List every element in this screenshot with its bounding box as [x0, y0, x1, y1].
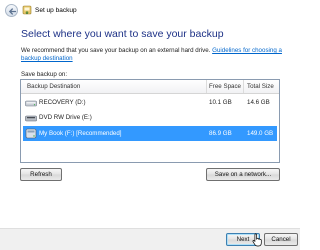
back-arrow-icon: [8, 8, 17, 15]
column-header-destination[interactable]: Backup Destination: [27, 83, 80, 90]
table-row-recovery[interactable]: RECOVERY (D:) 10.1 GB 14.6 GB: [23, 96, 277, 110]
title-bar: Set up backup: [0, 0, 300, 22]
dvd-drive-icon: [25, 115, 37, 122]
table-row-dvd[interactable]: DVD RW Drive (E:): [23, 111, 277, 125]
column-divider[interactable]: [243, 80, 244, 93]
table-row-my-book[interactable]: My Book (F:) [Recommended] 86.9 GB 149.0…: [23, 126, 277, 141]
row-total-size: 14.6 GB: [247, 99, 270, 106]
row-destination: My Book (F:) [Recommended]: [39, 129, 122, 137]
description-text: We recommend that you save your backup o…: [21, 47, 213, 54]
save-on-network-button[interactable]: Save on a network...: [206, 168, 280, 181]
refresh-button[interactable]: Refresh: [20, 168, 62, 181]
column-header-total-size[interactable]: Total Size: [247, 83, 274, 90]
row-destination: DVD RW Drive (E:): [39, 114, 92, 121]
page-heading: Select where you want to save your backu…: [21, 28, 224, 40]
save-backup-on-label: Save backup on:: [21, 71, 68, 78]
column-header-free-space[interactable]: Free Space: [209, 83, 241, 90]
backup-icon: [22, 5, 32, 15]
table-header: Backup Destination Free Space Total Size: [21, 80, 279, 94]
window-title: Set up backup: [35, 7, 77, 14]
hard-drive-icon: [25, 100, 37, 107]
description: We recommend that you save your backup o…: [21, 47, 289, 63]
destination-table: Backup Destination Free Space Total Size…: [20, 79, 280, 163]
row-total-size: 149.0 GB: [247, 129, 274, 137]
cancel-button[interactable]: Cancel: [264, 233, 298, 246]
row-destination: RECOVERY (D:): [39, 99, 86, 106]
row-free-space: 86.9 GB: [209, 129, 232, 137]
row-free-space: 10.1 GB: [209, 99, 232, 106]
back-button[interactable]: [5, 4, 18, 17]
hand-cursor-icon: [252, 233, 262, 247]
external-drive-icon: [25, 128, 37, 139]
column-divider[interactable]: [206, 80, 207, 93]
